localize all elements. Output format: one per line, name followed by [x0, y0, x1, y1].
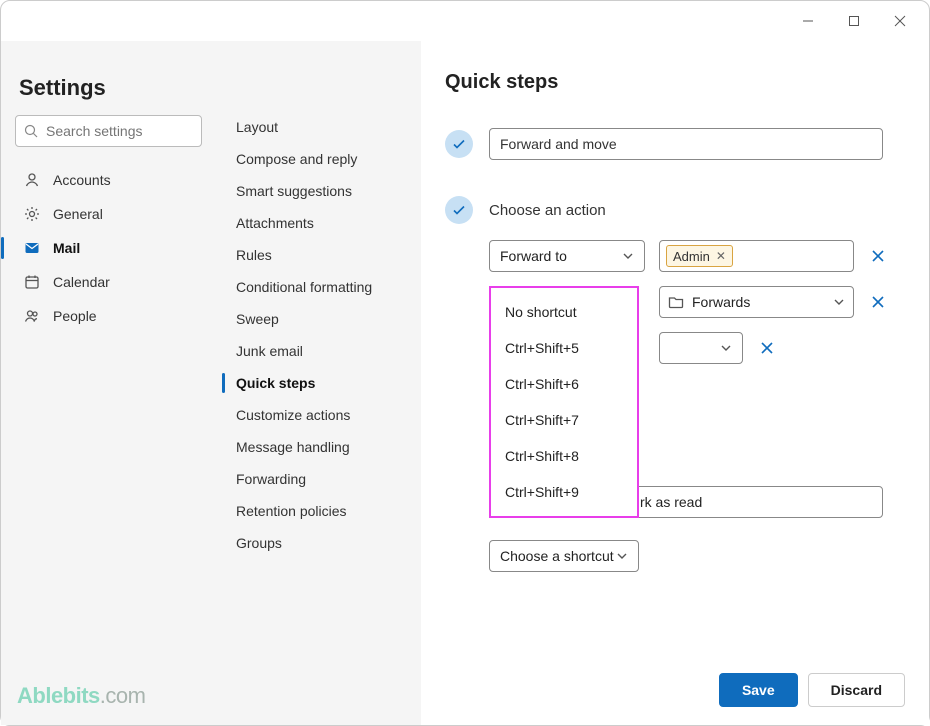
action-type-dropdown[interactable]: Forward to	[489, 240, 645, 272]
shortcut-option[interactable]: Ctrl+Shift+9	[491, 474, 637, 510]
midnav-item-compose[interactable]: Compose and reply	[216, 143, 421, 175]
maximize-icon	[848, 15, 860, 27]
midnav-item-conditional-formatting[interactable]: Conditional formatting	[216, 271, 421, 303]
sidebar-item-label: General	[53, 206, 103, 222]
sidebar-item-label: Calendar	[53, 274, 110, 290]
save-button[interactable]: Save	[719, 673, 798, 707]
midnav-item-retention-policies[interactable]: Retention policies	[216, 495, 421, 527]
midnav-item-customize-actions[interactable]: Customize actions	[216, 399, 421, 431]
mail-icon	[23, 240, 41, 256]
person-icon	[23, 172, 41, 188]
close-icon	[894, 15, 906, 27]
dropdown-value: Choose a shortcut	[500, 548, 614, 564]
dropdown-value: Forward to	[500, 248, 567, 264]
maximize-button[interactable]	[831, 5, 877, 37]
midnav-item-forwarding[interactable]: Forwarding	[216, 463, 421, 495]
sidebar-item-mail[interactable]: Mail	[15, 231, 202, 265]
shortcut-option[interactable]: Ctrl+Shift+5	[491, 330, 637, 366]
search-icon	[24, 124, 38, 138]
page-title: Settings	[15, 41, 202, 115]
chevron-down-icon	[833, 296, 845, 308]
minimize-button[interactable]	[785, 5, 831, 37]
window-titlebar	[1, 1, 929, 41]
remove-action-button[interactable]	[757, 340, 777, 356]
chevron-down-icon	[622, 250, 634, 262]
action-row-forward: Forward to Admin ✕	[489, 240, 899, 272]
shortcut-dropdown[interactable]: Choose a shortcut	[489, 540, 639, 572]
mark-read-label: rk as read	[640, 494, 702, 510]
chevron-down-icon	[616, 550, 628, 562]
calendar-icon	[23, 274, 41, 290]
search-input[interactable]	[15, 115, 202, 147]
chip-remove-icon[interactable]: ✕	[716, 249, 726, 263]
extra-dropdown[interactable]	[659, 332, 743, 364]
quickstep-name-row	[445, 128, 899, 160]
sidebar-item-label: Mail	[53, 240, 80, 256]
watermark-suffix: .com	[100, 683, 146, 708]
discard-button[interactable]: Discard	[808, 673, 905, 707]
shortcut-popup: No shortcut Ctrl+Shift+5 Ctrl+Shift+6 Ct…	[489, 286, 639, 518]
search-wrap	[15, 115, 202, 147]
recipient-chip[interactable]: Admin ✕	[666, 245, 733, 267]
remove-action-button[interactable]	[868, 248, 888, 264]
midnav-item-layout[interactable]: Layout	[216, 111, 421, 143]
midnav-item-groups[interactable]: Groups	[216, 527, 421, 559]
midnav-item-sweep[interactable]: Sweep	[216, 303, 421, 335]
sidebar-item-label: People	[53, 308, 97, 324]
watermark: Ablebits.com	[17, 683, 145, 709]
minimize-icon	[802, 15, 814, 27]
mail-settings-nav: Layout Compose and reply Smart suggestio…	[216, 41, 421, 725]
sidebar-item-general[interactable]: General	[15, 197, 202, 231]
midnav-item-attachments[interactable]: Attachments	[216, 207, 421, 239]
choose-action-header: Choose an action	[445, 196, 899, 224]
settings-window: Settings Accounts General	[0, 0, 930, 726]
chevron-down-icon	[720, 342, 732, 354]
quickstep-name-input[interactable]	[489, 128, 883, 160]
step-check-icon	[445, 130, 473, 158]
sidebar-item-label: Accounts	[53, 172, 111, 188]
sidebar-item-calendar[interactable]: Calendar	[15, 265, 202, 299]
shortcut-option[interactable]: Ctrl+Shift+6	[491, 366, 637, 402]
watermark-brand: Ablebits	[17, 683, 100, 708]
gear-icon	[23, 206, 41, 222]
shortcut-option[interactable]: Ctrl+Shift+7	[491, 402, 637, 438]
sidebar-item-people[interactable]: People	[15, 299, 202, 333]
main-title: Quick steps	[445, 71, 899, 94]
sidebar-item-accounts[interactable]: Accounts	[15, 163, 202, 197]
remove-action-button[interactable]	[868, 294, 888, 310]
shortcut-option[interactable]: Ctrl+Shift+8	[491, 438, 637, 474]
close-button[interactable]	[877, 5, 923, 37]
main-panel: Quick steps Choose an action Forward to	[421, 41, 929, 725]
step-check-icon	[445, 196, 473, 224]
sidebar: Settings Accounts General	[1, 41, 216, 725]
folder-icon	[668, 294, 684, 310]
action-body: Forward to Admin ✕	[489, 240, 899, 572]
midnav-item-quick-steps[interactable]: Quick steps	[216, 367, 421, 399]
footer-buttons: Save Discard	[719, 673, 905, 707]
chip-label: Admin	[673, 249, 710, 264]
choose-action-label: Choose an action	[489, 202, 606, 219]
midnav-item-rules[interactable]: Rules	[216, 239, 421, 271]
window-body: Settings Accounts General	[1, 41, 929, 725]
folder-picker[interactable]: Forwards	[659, 286, 854, 318]
folder-label: Forwards	[692, 294, 750, 310]
midnav-item-message-handling[interactable]: Message handling	[216, 431, 421, 463]
recipient-input[interactable]: Admin ✕	[659, 240, 854, 272]
shortcut-option[interactable]: No shortcut	[491, 294, 637, 330]
midnav-item-junk-email[interactable]: Junk email	[216, 335, 421, 367]
midnav-item-smart-suggestions[interactable]: Smart suggestions	[216, 175, 421, 207]
people-icon	[23, 308, 41, 324]
